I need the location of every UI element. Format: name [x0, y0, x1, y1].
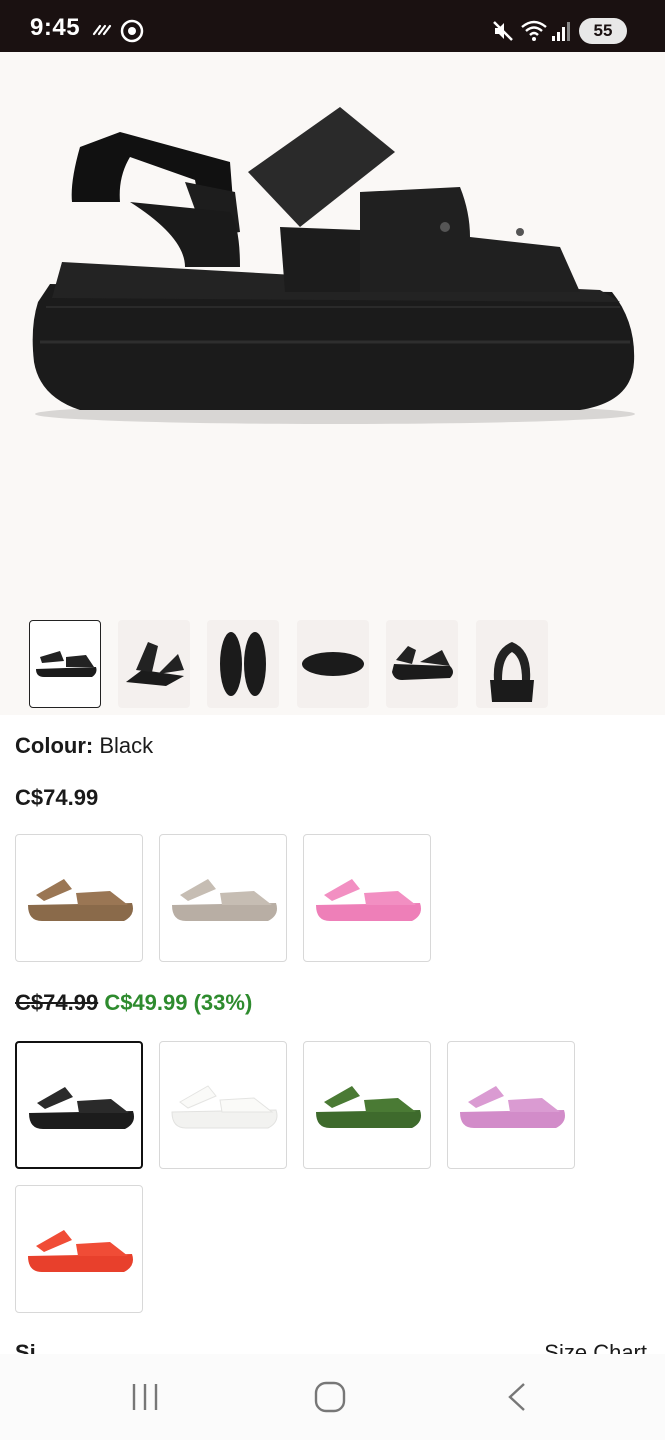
- status-time: 9:45: [30, 14, 81, 41]
- size-section: Si Size Chart: [15, 1340, 655, 1354]
- product-main-image[interactable]: [0, 52, 665, 605]
- thumb-back-icon: [490, 642, 534, 702]
- mute-icon: [493, 21, 513, 41]
- sandal-orchid-icon: [460, 1086, 565, 1128]
- swatch-black[interactable]: [15, 1041, 143, 1169]
- signal-icon: [552, 22, 570, 41]
- sale-new-price: C$49.99 (33%): [104, 990, 253, 1015]
- wifi-icon: [521, 20, 547, 41]
- thumbnail-2[interactable]: [118, 620, 190, 708]
- colour-info: Colour: Black: [15, 733, 153, 759]
- thumbnail-strip: [0, 605, 665, 715]
- thumb-top-icon: [220, 632, 266, 696]
- colour-label: Colour:: [15, 733, 94, 758]
- media-icon: [120, 19, 144, 43]
- system-nav-bar: [0, 1354, 665, 1440]
- sale-price: C$74.99 C$49.99 (33%): [15, 990, 252, 1016]
- thumbnail-3[interactable]: [207, 620, 279, 708]
- swatch-pink[interactable]: [303, 834, 431, 962]
- regular-price: C$74.99: [15, 785, 99, 810]
- thumb-side-icon: [36, 651, 97, 677]
- sandal-green-icon: [316, 1086, 421, 1128]
- swatch-red[interactable]: [15, 1185, 143, 1313]
- swatch-white[interactable]: [159, 1041, 287, 1169]
- thumbnail-4[interactable]: [297, 620, 369, 708]
- battery-level: 55: [593, 21, 613, 40]
- sandal-stone-icon: [172, 879, 277, 921]
- thumb-threequarter-icon: [392, 646, 453, 680]
- thumbnail-1[interactable]: [29, 620, 101, 708]
- sandal-tan-icon: [28, 879, 133, 921]
- size-chart-link[interactable]: Size Chart: [544, 1340, 647, 1354]
- thumbnail-6[interactable]: [476, 620, 548, 708]
- thumbnail-5[interactable]: [386, 620, 458, 708]
- sandal-red-icon: [28, 1230, 133, 1272]
- swatch-green[interactable]: [303, 1041, 431, 1169]
- swatch-tan[interactable]: [15, 834, 143, 962]
- activity-icon: [92, 24, 112, 36]
- size-label: Si: [15, 1340, 36, 1354]
- status-bar: 9:45 55: [0, 0, 665, 52]
- sandal-black-icon: [29, 1087, 134, 1129]
- colour-value: Black: [99, 733, 154, 758]
- sale-old-price: C$74.99: [15, 990, 99, 1015]
- recents-icon[interactable]: [128, 1380, 162, 1414]
- battery-icon: 55: [579, 18, 627, 44]
- thumb-angle-icon: [126, 642, 184, 686]
- thumb-sole-icon: [302, 652, 364, 676]
- sandal-pink-icon: [316, 879, 421, 921]
- back-icon[interactable]: [500, 1380, 534, 1414]
- sandal-white-icon: [171, 1085, 278, 1129]
- swatch-orchid[interactable]: [447, 1041, 575, 1169]
- sandal-illustration: [32, 107, 635, 424]
- swatch-stone[interactable]: [159, 834, 287, 962]
- home-icon[interactable]: [313, 1380, 347, 1414]
